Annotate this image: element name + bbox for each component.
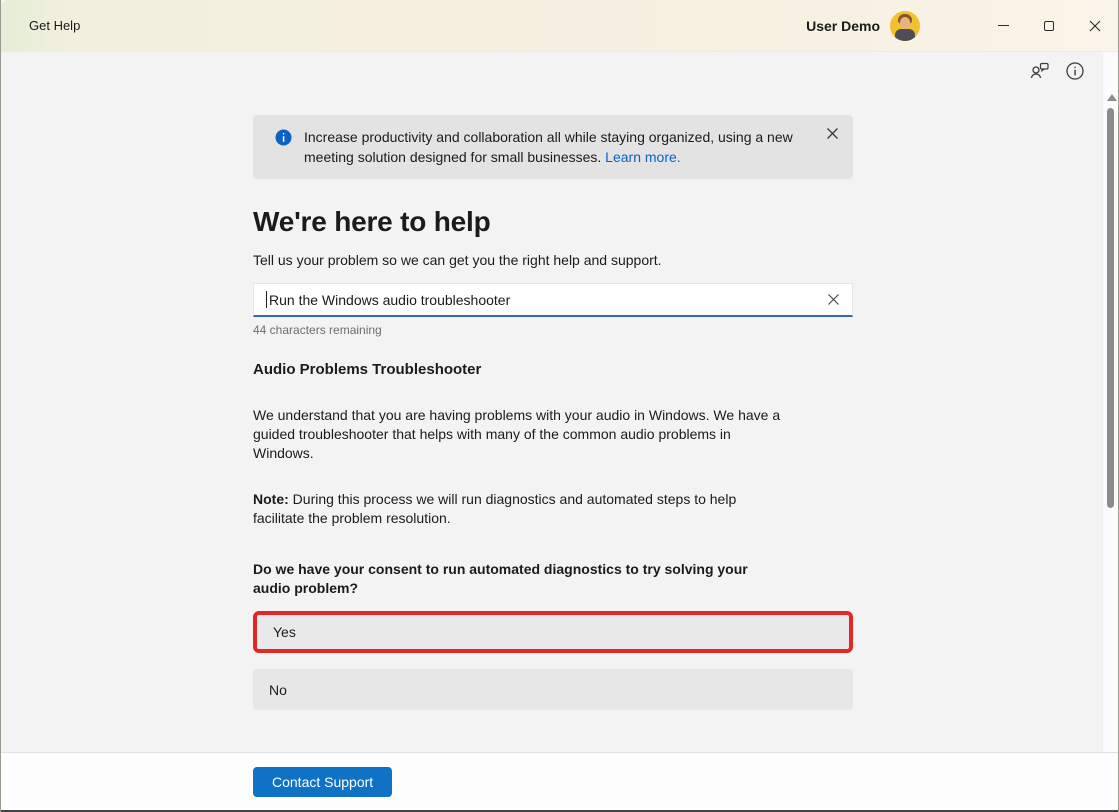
note-text: During this process we will run diagnost…: [253, 491, 736, 526]
banner-message: Increase productivity and collaboration …: [304, 127, 793, 167]
main-area: Increase productivity and collaboration …: [1, 51, 1118, 810]
titlebar: Get Help User Demo: [1, 0, 1118, 51]
clear-x-icon: [827, 293, 840, 306]
banner-message-text: Increase productivity and collaboration …: [304, 129, 793, 165]
minimize-icon: [998, 25, 1009, 26]
page-title: We're here to help: [253, 206, 853, 238]
info-filled-icon: [275, 129, 292, 146]
avatar-body: [895, 29, 915, 41]
info-button[interactable]: [1064, 60, 1086, 82]
promo-banner: Increase productivity and collaboration …: [253, 115, 853, 179]
consent-question: Do we have your consent to run automated…: [253, 560, 853, 598]
troubleshooter-description: We understand that you are having proble…: [253, 406, 853, 463]
close-icon: [826, 127, 839, 140]
clear-search-button[interactable]: [827, 293, 840, 306]
feedback-button[interactable]: [1028, 60, 1050, 82]
troubleshooter-title: Audio Problems Troubleshooter: [253, 361, 853, 378]
text-caret: [266, 291, 267, 308]
user-avatar[interactable]: [890, 11, 920, 41]
get-help-window: { "titlebar": { "app_title": "Get Help",…: [0, 0, 1119, 812]
feedback-person-bubble-icon: [1029, 61, 1050, 81]
note-paragraph: Note: During this process we will run di…: [253, 490, 853, 528]
vertical-scrollbar[interactable]: [1102, 52, 1118, 810]
banner-close-button[interactable]: [826, 127, 839, 140]
avatar-face: [900, 17, 910, 29]
scrollbar-thumb[interactable]: [1107, 108, 1114, 508]
problem-search-input[interactable]: Run the Windows audio troubleshooter: [253, 283, 853, 317]
close-button[interactable]: [1072, 0, 1118, 51]
scroll-up-arrow-icon[interactable]: [1107, 94, 1117, 101]
close-icon: [1089, 20, 1101, 32]
maximize-icon: [1044, 21, 1054, 31]
note-label: Note:: [253, 491, 289, 507]
footer-bar: Contact Support: [1, 752, 1118, 810]
page-subtitle: Tell us your problem so we can get you t…: [253, 252, 853, 268]
minimize-button[interactable]: [980, 0, 1026, 51]
characters-remaining-label: 44 characters remaining: [253, 323, 853, 337]
consent-option-yes[interactable]: Yes: [253, 611, 853, 653]
maximize-button[interactable]: [1026, 0, 1072, 51]
search-input-value: Run the Windows audio troubleshooter: [269, 292, 827, 308]
contact-support-button[interactable]: Contact Support: [253, 767, 392, 797]
learn-more-link[interactable]: Learn more.: [605, 149, 680, 165]
user-name: User Demo: [806, 18, 880, 34]
app-title: Get Help: [29, 18, 80, 33]
consent-option-no[interactable]: No: [253, 669, 853, 710]
info-circle-icon: [1065, 61, 1085, 81]
